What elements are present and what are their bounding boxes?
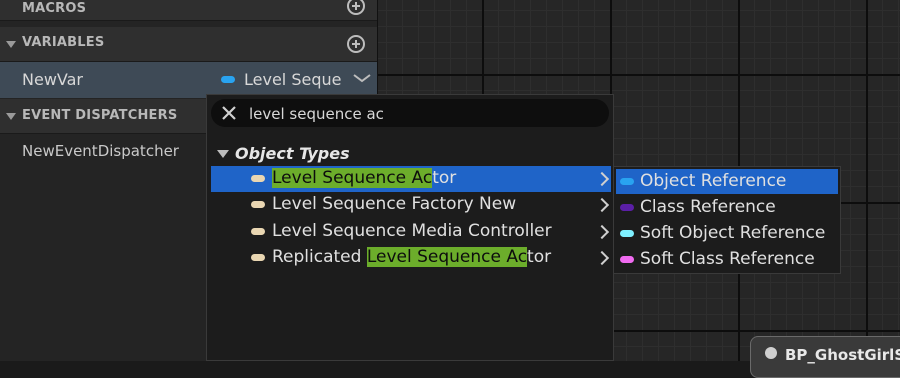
dispatcher-item[interactable]: NewEventDispatcher — [22, 142, 179, 160]
add-macro-icon[interactable] — [347, 0, 365, 15]
expand-triangle-icon[interactable] — [217, 150, 229, 158]
type-row-level-sequence-factory-new[interactable]: Level Sequence Factory New — [211, 192, 611, 218]
reference-type-submenu: Object Reference Class Reference Soft Ob… — [613, 166, 841, 274]
variable-type-label[interactable]: Level Sequer — [244, 70, 342, 89]
variable-row[interactable]: NewVar Level Sequer — [0, 62, 377, 98]
object-reference-pill-icon — [620, 178, 634, 185]
type-pill-icon — [251, 175, 265, 182]
soft-object-reference-pill-icon — [620, 230, 634, 237]
type-picker-popup: Object Types Level Sequence Actor Level … — [206, 94, 614, 361]
variable-type-pill-icon — [221, 76, 235, 83]
clear-search-icon[interactable] — [221, 105, 237, 121]
submenu-label: Soft Object Reference — [640, 223, 826, 243]
class-reference-pill-icon — [620, 204, 634, 211]
collapse-triangle-icon[interactable] — [6, 41, 16, 48]
submenu-label: Object Reference — [640, 171, 787, 191]
section-label-macros: MACROS — [22, 1, 87, 16]
type-row-level-sequence-media-controller[interactable]: Level Sequence Media Controller — [211, 219, 611, 245]
category-object-types[interactable]: Object Types — [215, 143, 605, 165]
submenu-object-reference[interactable]: Object Reference — [616, 169, 838, 194]
search-match: Level Sequence Ac — [272, 168, 433, 188]
submenu-class-reference[interactable]: Class Reference — [616, 195, 838, 220]
section-label-variables: VARIABLES — [22, 35, 105, 50]
chevron-right-icon[interactable] — [594, 197, 610, 213]
type-pill-icon — [251, 201, 265, 208]
type-row-replicated-level-sequence-actor[interactable]: Replicated Level Sequence Actor — [211, 245, 611, 271]
node-title: BP_GhostGirlS — [785, 346, 900, 364]
type-row-label: Level Sequence Actor — [272, 168, 457, 188]
submenu-label: Soft Class Reference — [640, 249, 815, 269]
type-row-label: Level Sequence Factory New — [272, 194, 517, 214]
submenu-label: Class Reference — [640, 197, 776, 217]
category-label: Object Types — [235, 144, 350, 163]
node-pin-icon — [765, 347, 777, 359]
chevron-down-icon[interactable] — [353, 73, 371, 83]
soft-class-reference-pill-icon — [620, 256, 634, 263]
section-variables[interactable]: VARIABLES — [0, 27, 377, 62]
submenu-soft-class-reference[interactable]: Soft Class Reference — [616, 247, 838, 272]
chevron-right-icon[interactable] — [594, 250, 610, 266]
search-match: Level Sequence Ac — [366, 247, 528, 267]
chevron-right-icon[interactable] — [594, 171, 610, 187]
section-label-event-dispatchers: EVENT DISPATCHERS — [22, 108, 178, 123]
submenu-soft-object-reference[interactable]: Soft Object Reference — [616, 221, 838, 246]
variable-name: NewVar — [22, 70, 83, 89]
search-input[interactable] — [247, 102, 601, 126]
add-variable-icon[interactable] — [347, 35, 365, 53]
blueprint-node[interactable]: BP_GhostGirlS — [750, 336, 900, 378]
type-row-level-sequence-actor[interactable]: Level Sequence Actor — [211, 166, 611, 192]
type-pill-icon — [251, 254, 265, 261]
collapse-triangle-icon[interactable] — [6, 113, 16, 120]
type-row-label: Replicated Level Sequence Actor — [272, 247, 552, 267]
type-pill-icon — [251, 228, 265, 235]
type-row-label: Level Sequence Media Controller — [272, 221, 552, 241]
chevron-right-icon[interactable] — [594, 224, 610, 240]
search-box — [211, 99, 609, 127]
section-macros[interactable]: MACROS — [0, 0, 377, 21]
